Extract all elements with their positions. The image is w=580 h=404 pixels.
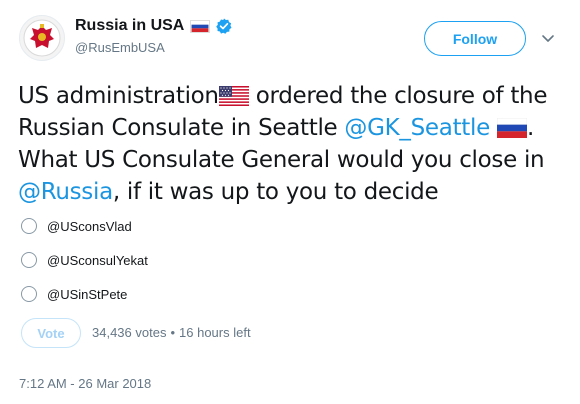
poll-meta: 34,436 votes • 16 hours left (92, 325, 251, 340)
avatar[interactable] (19, 15, 65, 61)
russian-coat-of-arms-icon (23, 19, 61, 57)
follow-button[interactable]: Follow (424, 21, 526, 56)
poll-option[interactable]: @USinStPete (21, 286, 127, 302)
mention-link-russia[interactable]: @Russia (18, 179, 113, 205)
radio-button[interactable] (21, 218, 37, 234)
poll-option[interactable]: @USconsVlad (21, 218, 132, 234)
time-left: 16 hours left (179, 325, 251, 340)
poll-option[interactable]: @USconsulYekat (21, 252, 148, 268)
poll-option-label: @USconsulYekat (47, 252, 148, 268)
radio-button[interactable] (21, 286, 37, 302)
tweet-timestamp[interactable]: 7:12 AM - 26 Mar 2018 (19, 376, 151, 391)
account-header: Russia in USA (75, 17, 232, 35)
tweet-text: US administration ordered the closure of… (18, 80, 568, 208)
handle[interactable]: @RusEmbUSA (75, 40, 165, 55)
radio-button[interactable] (21, 252, 37, 268)
verified-badge-icon (216, 18, 232, 34)
russia-flag-icon (496, 118, 527, 138)
russia-flag-icon (190, 19, 211, 33)
vote-button[interactable]: Vote (21, 318, 81, 348)
tweet-text-segment: US administration (18, 83, 219, 109)
us-flag-icon (218, 86, 249, 106)
poll-option-label: @USconsVlad (47, 218, 132, 234)
vote-count: 34,436 votes (92, 325, 167, 340)
meta-separator: • (170, 325, 176, 340)
poll-option-label: @USinStPete (47, 286, 128, 302)
mention-link-gk-seattle[interactable]: @GK_Seattle (344, 115, 490, 141)
tweet-text-segment: , if it was up to you to decide (112, 179, 439, 205)
chevron-down-icon[interactable] (540, 30, 556, 46)
display-name[interactable]: Russia in USA (75, 17, 184, 35)
